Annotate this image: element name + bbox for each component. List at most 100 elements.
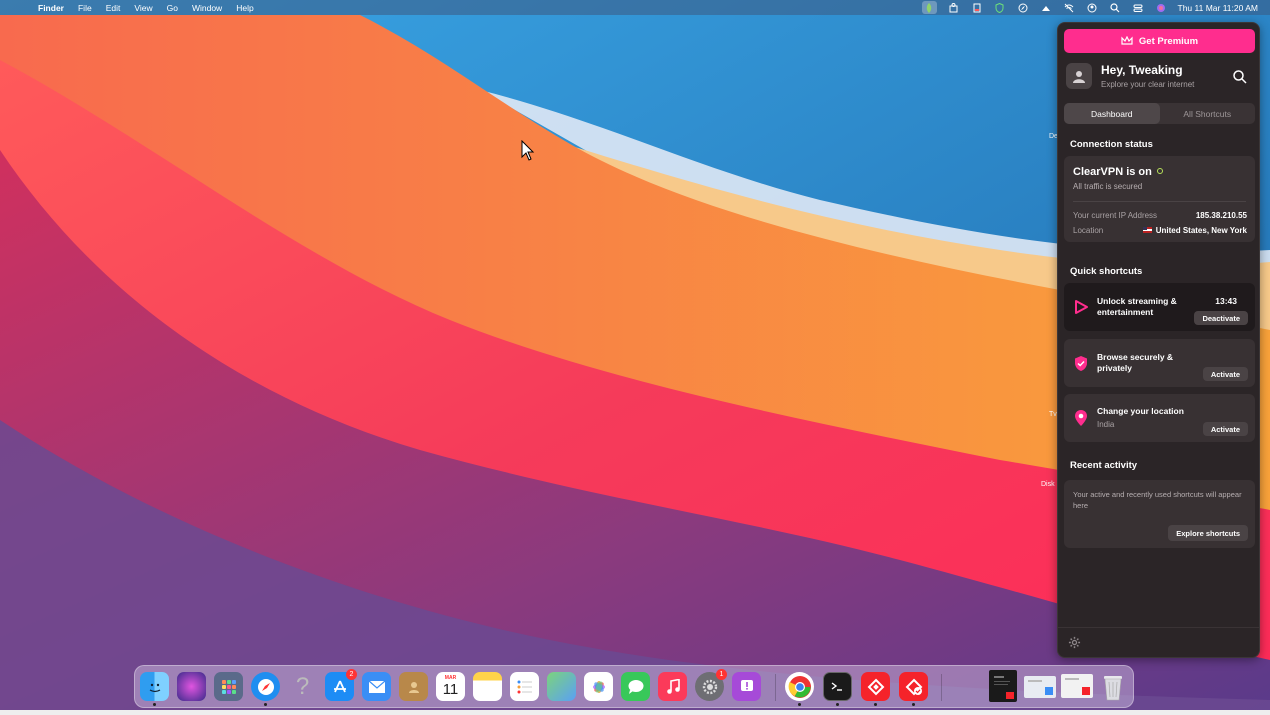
system-preferences-icon[interactable]: 1 <box>695 669 727 701</box>
crown-icon <box>1121 36 1133 45</box>
connection-status-sub: All traffic is secured <box>1073 182 1143 191</box>
get-premium-button[interactable]: Get Premium <box>1064 29 1255 53</box>
control-center-icon[interactable] <box>1132 2 1144 13</box>
music-icon[interactable] <box>658 672 687 701</box>
dock-separator <box>941 674 942 701</box>
running-indicator <box>874 703 877 706</box>
explore-shortcuts-button[interactable]: Explore shortcuts <box>1168 525 1248 541</box>
shortcut-streaming[interactable]: Unlock streaming & entertainment 13:43 D… <box>1064 283 1255 331</box>
desktop-label-tv[interactable]: Tv <box>1049 411 1057 418</box>
running-indicator <box>264 703 267 706</box>
tab-all-shortcuts[interactable]: All Shortcuts <box>1160 103 1256 124</box>
puzzle-icon[interactable] <box>948 2 960 13</box>
wifi-off-icon[interactable] <box>1063 2 1075 13</box>
feedback-icon[interactable] <box>732 672 761 701</box>
system-preferences-badge: 1 <box>716 669 727 680</box>
siri-icon[interactable] <box>1155 2 1167 13</box>
maps-icon[interactable] <box>547 672 576 701</box>
screenshot-thumbnail-icon[interactable] <box>1024 676 1056 698</box>
calendar-day: 11 <box>442 681 459 698</box>
location-pin-icon <box>1072 409 1090 427</box>
shortcut-location-country: India <box>1097 420 1115 429</box>
vpn-status-label: ClearVPN is on <box>1073 166 1152 178</box>
shortcut-location[interactable]: Change your location India Activate <box>1064 394 1255 442</box>
trash-icon[interactable] <box>1099 671 1127 703</box>
play-icon <box>1072 298 1090 316</box>
launchpad-icon[interactable] <box>214 672 243 701</box>
tab-dashboard[interactable]: Dashboard <box>1064 103 1160 124</box>
reminders-icon[interactable] <box>510 672 539 701</box>
panel-search-icon[interactable] <box>1232 69 1248 85</box>
shortcut-browse[interactable]: Browse securely & privately Activate <box>1064 339 1255 387</box>
us-flag-icon <box>1142 227 1152 233</box>
shortcut-streaming-title: Unlock streaming & entertainment <box>1097 296 1177 317</box>
running-indicator <box>798 703 801 706</box>
deactivate-button[interactable]: Deactivate <box>1194 311 1248 325</box>
quick-shortcuts-heading: Quick shortcuts <box>1070 266 1143 277</box>
photos-icon[interactable] <box>584 672 613 701</box>
connection-status-text: ClearVPN is on <box>1073 166 1163 178</box>
mail-icon[interactable] <box>362 672 391 701</box>
clearvpn-panel: Get Premium Hey, Tweaking Explore your c… <box>1057 22 1260 658</box>
menu-bar: Finder File Edit View Go Window Help Thu… <box>0 0 1270 15</box>
recent-activity-heading: Recent activity <box>1070 460 1138 471</box>
get-premium-label: Get Premium <box>1138 35 1199 47</box>
airplay-icon[interactable] <box>1040 2 1052 13</box>
footer-divider <box>1058 627 1259 628</box>
screenshot-thumbnail-2-icon[interactable] <box>1061 674 1093 698</box>
messages-icon[interactable] <box>621 672 650 701</box>
menu-clock[interactable]: Thu 11 Mar 11:20 AM <box>1178 3 1258 13</box>
greeting-title: Hey, Tweaking <box>1101 63 1183 77</box>
menu-file[interactable]: File <box>78 3 92 13</box>
menu-edit[interactable]: Edit <box>106 3 121 13</box>
clearvpn-status-icon[interactable] <box>921 1 937 14</box>
user-avatar-icon <box>1073 71 1085 83</box>
menu-app-name[interactable]: Finder <box>38 3 64 13</box>
running-indicator <box>153 703 156 706</box>
menu-window[interactable]: Window <box>192 3 222 13</box>
ip-label: Your current IP Address <box>1073 211 1158 220</box>
search-icon[interactable] <box>1109 2 1121 13</box>
siri-icon[interactable] <box>177 672 206 701</box>
mouse-cursor-icon <box>521 140 535 161</box>
activate-browse-button[interactable]: Activate <box>1202 367 1248 381</box>
safari-icon[interactable] <box>251 672 280 701</box>
battery-list-icon[interactable] <box>971 2 983 13</box>
calendar-icon[interactable]: MAR 11 <box>436 672 465 701</box>
compass-icon[interactable] <box>1017 2 1029 13</box>
finder-icon[interactable] <box>140 672 169 701</box>
location-value: United States, New York <box>1142 226 1247 235</box>
anydesk-alt-icon[interactable] <box>899 672 928 701</box>
contacts-icon[interactable] <box>399 672 428 701</box>
help-question-icon[interactable]: ? <box>288 672 317 701</box>
desktop-label-disk[interactable]: Disk <box>1041 481 1055 488</box>
shortcut-streaming-timer: 13:43 <box>1215 296 1237 306</box>
activate-location-button[interactable]: Activate <box>1202 422 1248 436</box>
panel-tabs: Dashboard All Shortcuts <box>1064 103 1255 124</box>
menu-help[interactable]: Help <box>236 3 253 13</box>
shortcut-location-title: Change your location <box>1097 406 1184 416</box>
app-store-badge: 2 <box>346 669 357 680</box>
ip-value: 185.38.210.55 <box>1195 211 1247 220</box>
connection-status-heading: Connection status <box>1070 139 1153 150</box>
avatar[interactable] <box>1066 63 1092 89</box>
anydesk-icon[interactable] <box>861 672 890 701</box>
menu-go[interactable]: Go <box>167 3 178 13</box>
location-value-text: United States, New York <box>1155 226 1247 235</box>
greeting-subtitle: Explore your clear internet <box>1101 80 1195 89</box>
status-dot-icon <box>1156 168 1163 174</box>
divider <box>1073 201 1246 202</box>
menu-view[interactable]: View <box>134 3 152 13</box>
recent-activity-card: Your active and recently used shortcuts … <box>1064 480 1255 548</box>
shortcut-browse-title: Browse securely & privately <box>1097 352 1174 373</box>
user-icon[interactable] <box>1086 2 1098 13</box>
dock: ? 2 MAR 11 1 <box>134 665 1134 708</box>
terminal-icon[interactable] <box>823 672 852 701</box>
notes-icon[interactable] <box>473 672 502 701</box>
chrome-icon[interactable] <box>785 672 814 701</box>
shield-icon[interactable] <box>994 2 1006 13</box>
gear-icon[interactable] <box>1068 636 1081 649</box>
document-thumbnail-icon[interactable] <box>989 670 1017 702</box>
app-store-icon[interactable]: 2 <box>325 669 357 701</box>
running-indicator <box>836 703 839 706</box>
